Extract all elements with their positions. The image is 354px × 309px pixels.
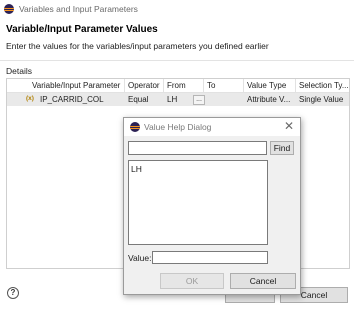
list-item[interactable]: LH bbox=[131, 164, 142, 174]
window-titlebar: Variables and Input Parameters bbox=[0, 0, 354, 18]
column-divider[interactable] bbox=[203, 79, 204, 93]
column-divider[interactable] bbox=[124, 79, 125, 93]
value-field[interactable] bbox=[152, 251, 268, 264]
selection-type-cell: Single Value bbox=[299, 95, 344, 104]
find-button[interactable]: Find bbox=[270, 141, 294, 155]
close-icon[interactable]: ✕ bbox=[284, 119, 294, 133]
dialog-title: Value Help Dialog bbox=[144, 122, 212, 132]
help-icon[interactable]: ? bbox=[7, 287, 19, 299]
eclipse-logo-icon bbox=[4, 4, 14, 14]
column-divider[interactable] bbox=[163, 79, 164, 93]
from-value-cell[interactable]: LH bbox=[167, 95, 189, 104]
column-header-value-type[interactable]: Value Type bbox=[247, 81, 295, 90]
results-list[interactable]: LH bbox=[128, 160, 268, 245]
value-help-dialog: Value Help Dialog ✕ Find LH Value: OK Ca… bbox=[123, 117, 301, 295]
variable-name-cell: IP_CARRID_COL bbox=[40, 95, 104, 104]
variable-icon: (x) bbox=[26, 95, 34, 102]
column-header-selection-type[interactable]: Selection Ty... bbox=[299, 81, 349, 90]
value-label: Value: bbox=[128, 253, 152, 263]
ok-button[interactable]: OK bbox=[160, 273, 224, 289]
dialog-titlebar[interactable]: Value Help Dialog ✕ bbox=[124, 118, 300, 136]
search-input[interactable] bbox=[128, 141, 267, 155]
page-title: Variable/Input Parameter Values bbox=[6, 24, 158, 35]
header-divider bbox=[0, 60, 354, 61]
operator-cell[interactable]: Equal bbox=[128, 95, 164, 104]
window-title: Variables and Input Parameters bbox=[19, 4, 138, 14]
value-type-cell: Attribute V... bbox=[247, 95, 291, 104]
table-row[interactable]: (x) IP_CARRID_COL Equal LH ... Attribute… bbox=[7, 93, 349, 106]
column-divider[interactable] bbox=[243, 79, 244, 93]
column-header-from[interactable]: From bbox=[167, 81, 203, 90]
details-label: Details bbox=[6, 66, 32, 76]
column-header-to[interactable]: To bbox=[207, 81, 243, 90]
column-divider[interactable] bbox=[295, 79, 296, 93]
table-header: Variable/Input Parameter Operator From T… bbox=[7, 79, 349, 93]
page-description: Enter the values for the variables/input… bbox=[6, 41, 269, 51]
dialog-header: Variable/Input Parameter Values Enter th… bbox=[0, 18, 354, 56]
from-value-help-button[interactable]: ... bbox=[193, 95, 205, 105]
column-header-operator[interactable]: Operator bbox=[128, 81, 164, 90]
eclipse-logo-icon bbox=[130, 122, 140, 132]
column-header-variable[interactable]: Variable/Input Parameter bbox=[32, 81, 125, 90]
dialog-cancel-button[interactable]: Cancel bbox=[230, 273, 296, 289]
